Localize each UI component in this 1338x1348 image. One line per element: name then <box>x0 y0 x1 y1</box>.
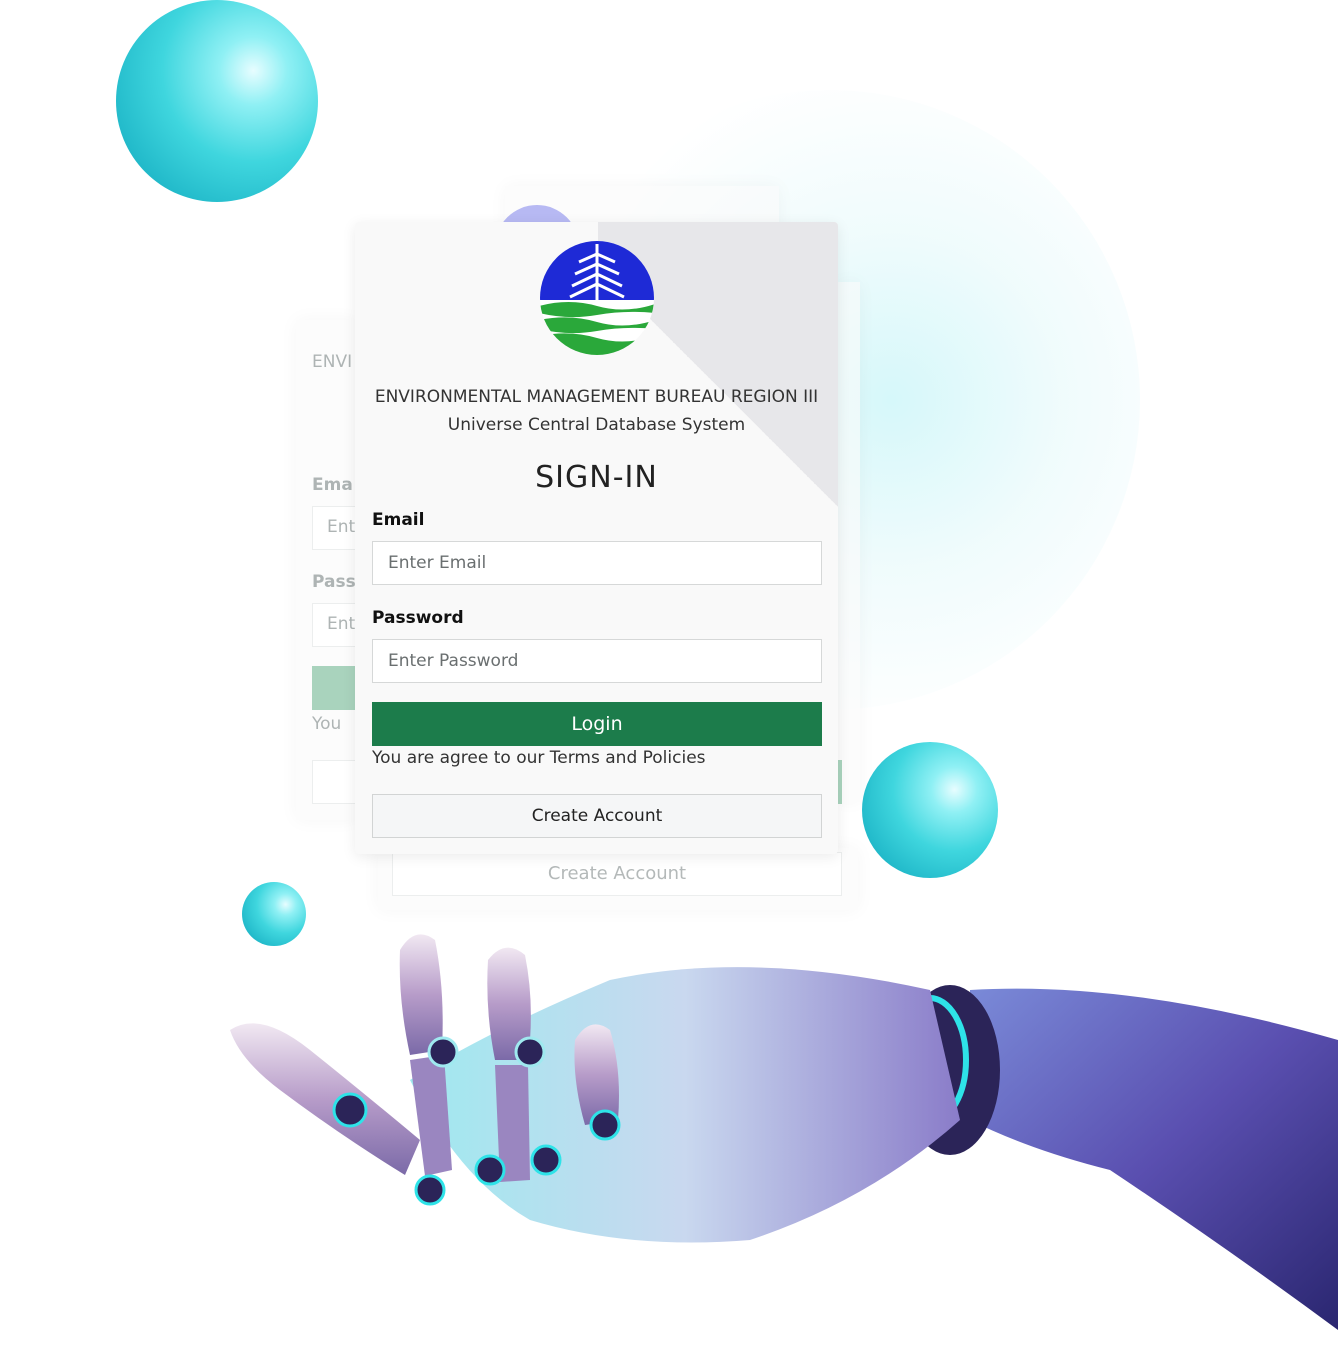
login-button[interactable]: Login <box>372 702 822 746</box>
ghost-create-box <box>312 760 358 804</box>
robotic-hand-illustration <box>230 934 1338 1330</box>
ghost-login-button <box>312 666 356 710</box>
password-label: Password <box>372 608 464 628</box>
system-name: Universe Central Database System <box>447 415 746 435</box>
decorative-sphere-large <box>116 0 318 202</box>
ghost-card-left <box>296 320 358 820</box>
page-title: SIGN-IN <box>535 460 658 495</box>
decorative-sphere-medium <box>862 742 998 878</box>
create-account-button[interactable]: Create Account <box>372 794 822 838</box>
emb-logo-icon <box>540 241 654 355</box>
ghost-org-fragment: ENVI <box>312 352 353 372</box>
email-label: Email <box>372 510 425 530</box>
ghost-password-input: Ent <box>312 603 358 647</box>
ghost-green-bar <box>838 760 842 804</box>
ghost-email-label: Ema <box>312 475 353 495</box>
signin-card: ENVIRONMENTAL MANAGEMENT BUREAU REGION I… <box>355 222 838 854</box>
ghost-password-label: Pass <box>312 572 356 592</box>
ghost-card-right <box>838 282 860 802</box>
email-input[interactable] <box>372 541 822 585</box>
ghost-email-input: Ent <box>312 506 358 550</box>
ghost-terms-text: You <box>312 714 342 734</box>
organization-name: ENVIRONMENTAL MANAGEMENT BUREAU REGION I… <box>374 387 819 407</box>
ghost-create-account: Create Account <box>392 852 842 896</box>
terms-text: You are agree to our Terms and Policies <box>372 748 706 768</box>
password-input[interactable] <box>372 639 822 683</box>
